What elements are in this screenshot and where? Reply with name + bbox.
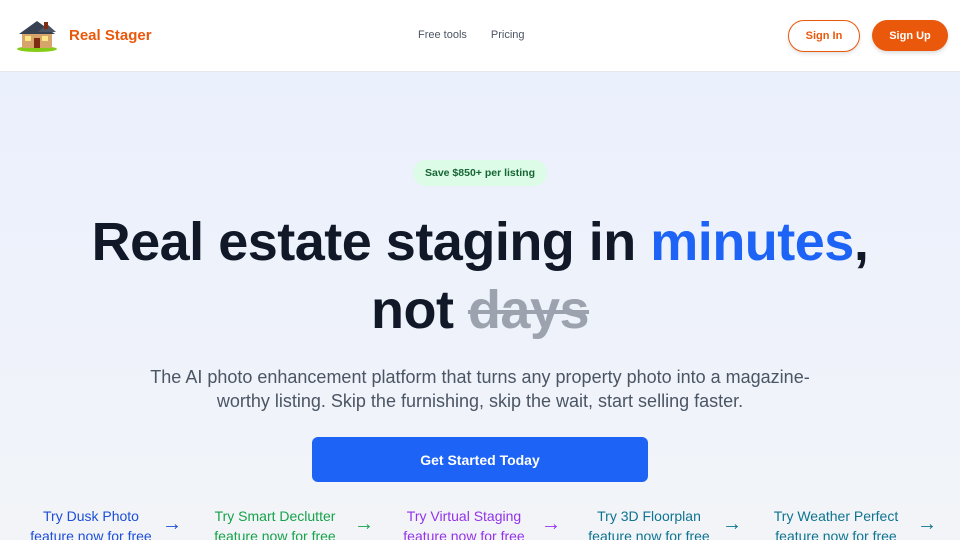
sign-in-button[interactable]: Sign In	[788, 20, 860, 52]
free-tool-subtitle: feature now for free	[403, 528, 525, 540]
get-started-button[interactable]: Get Started Today	[312, 437, 648, 482]
free-tool-title: Try Virtual Staging	[406, 508, 522, 524]
arrow-right-icon[interactable]: →	[162, 512, 182, 536]
hero-headline: Real estate staging in minutes, not days	[0, 208, 960, 344]
arrow-right-icon[interactable]: →	[722, 512, 742, 536]
headline-text: Real estate staging in	[91, 212, 651, 272]
nav-free-tools[interactable]: Free tools	[418, 28, 467, 42]
free-tool-subtitle: feature now for free	[214, 528, 336, 540]
free-tool-subtitle: feature now for free	[30, 528, 152, 540]
sign-up-button[interactable]: Sign Up	[872, 20, 948, 51]
nav-pricing[interactable]: Pricing	[491, 28, 525, 42]
free-tool-link[interactable]: Try 3D Floorplan feature now for free	[569, 506, 729, 540]
brand-name: Real Stager	[69, 26, 152, 44]
hero-subtitle: The AI photo enhancement platform that t…	[150, 367, 810, 411]
arrow-right-icon[interactable]: →	[917, 512, 937, 536]
free-tool-title: Try Smart Declutter	[214, 508, 336, 524]
headline-not: not	[370, 280, 468, 340]
savings-badge: Save $850+ per listing	[413, 160, 547, 186]
house-icon	[17, 21, 57, 52]
free-tool-subtitle: feature now for free	[775, 528, 897, 540]
main-nav: Free tools Pricing	[418, 28, 549, 42]
free-tool-subtitle: feature now for free	[588, 528, 710, 540]
site-header: Real Stager Free tools Pricing Sign In S…	[0, 0, 960, 72]
brand-logo[interactable]: Real Stager	[16, 18, 152, 52]
free-tool-link[interactable]: Try Weather Perfect feature now for free	[756, 506, 916, 540]
arrow-right-icon[interactable]: →	[354, 512, 374, 536]
free-tool-title: Try 3D Floorplan	[597, 508, 701, 524]
free-tool-link[interactable]: Try Dusk Photo feature now for free	[11, 506, 171, 540]
free-tool-link[interactable]: Try Smart Declutter feature now for free	[195, 506, 355, 540]
headline-comma: ,	[853, 212, 869, 272]
free-tool-title: Try Dusk Photo	[43, 508, 139, 524]
free-tool-title: Try Weather Perfect	[773, 508, 899, 524]
headline-strike: days	[467, 280, 590, 340]
headline-accent: minutes	[650, 212, 854, 272]
free-tool-link[interactable]: Try Virtual Staging feature now for free	[384, 506, 544, 540]
arrow-right-icon[interactable]: →	[541, 512, 561, 536]
